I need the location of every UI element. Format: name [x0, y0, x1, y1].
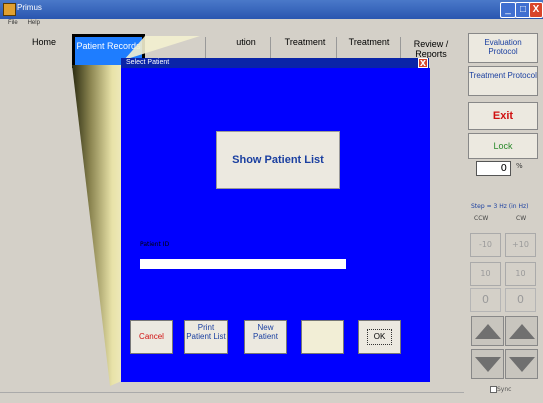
step-10-right-button[interactable]: 10: [505, 262, 536, 286]
arrow-down-icon: [474, 357, 501, 372]
status-bar: [0, 392, 464, 403]
treatment-protocol-button[interactable]: Treatment Protocol: [468, 66, 538, 96]
ok-button[interactable]: OK: [358, 320, 401, 354]
arrow-down-icon: [508, 357, 535, 372]
sync-checkbox[interactable]: [490, 386, 497, 393]
arrow-up-icon: [508, 324, 535, 339]
patient-id-label: Patient ID: [140, 241, 170, 248]
exit-button[interactable]: Exit: [468, 102, 538, 130]
disabled-button[interactable]: [301, 320, 344, 354]
down-right-button[interactable]: [505, 349, 538, 379]
new-patient-button[interactable]: New Patient: [244, 320, 287, 354]
show-patient-list-button[interactable]: Show Patient List: [216, 131, 340, 189]
minus-10-button[interactable]: -10: [470, 233, 501, 257]
step-10-left-button[interactable]: 10: [470, 262, 501, 286]
evaluation-protocol-button[interactable]: Evaluation Protocol: [468, 33, 538, 63]
up-right-button[interactable]: [505, 316, 538, 346]
direction-label-cw: CW: [516, 215, 527, 222]
patient-id-input[interactable]: [140, 259, 346, 269]
step-info: Step = 3 Hz (in Hz): [471, 203, 529, 210]
zoom-field[interactable]: 0: [476, 161, 511, 176]
sync-label: Sync: [497, 386, 512, 393]
close-window-button[interactable]: X: [529, 2, 543, 18]
plus-10-button[interactable]: +10: [505, 233, 536, 257]
dialog-title: Select Patient: [126, 59, 170, 66]
up-left-button[interactable]: [471, 316, 504, 346]
zoom-unit: %: [516, 162, 523, 170]
print-patient-list-button[interactable]: Print Patient List: [184, 320, 228, 354]
minimize-button[interactable]: _: [500, 2, 516, 18]
ok-button-label: OK: [366, 329, 393, 345]
wedge-top: [124, 36, 200, 60]
cancel-button[interactable]: Cancel: [130, 320, 173, 354]
position-right: 0: [505, 288, 536, 312]
down-left-button[interactable]: [471, 349, 504, 379]
direction-label-ccw: CCW: [474, 215, 489, 222]
arrow-up-icon: [474, 324, 501, 339]
lock-button[interactable]: Lock: [468, 133, 538, 159]
position-left: 0: [470, 288, 501, 312]
dialog-close-button[interactable]: X: [418, 58, 428, 68]
